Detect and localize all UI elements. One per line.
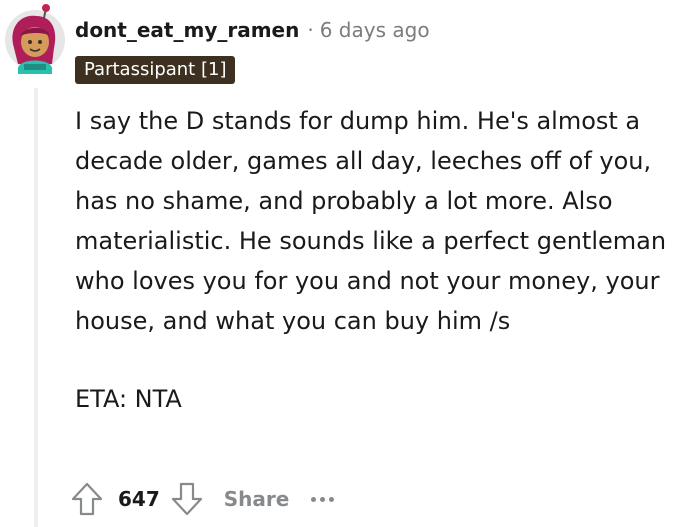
avatar-icon (5, 4, 65, 74)
more-options-icon (311, 496, 317, 502)
avatar[interactable] (4, 4, 68, 80)
user-flair-badge: Partassipant [1] (75, 56, 236, 84)
username-link[interactable]: dont_eat_my_ramen (75, 18, 299, 42)
timestamp-link[interactable]: 6 days ago (320, 18, 430, 42)
downvote-button[interactable] (170, 481, 204, 517)
upvote-button[interactable] (70, 481, 104, 517)
downvote-arrow-icon (171, 482, 202, 516)
more-options-button[interactable] (311, 489, 335, 509)
more-options-icon (329, 496, 335, 502)
thread-line[interactable] (34, 88, 38, 527)
upvote-arrow-icon (71, 482, 103, 516)
share-button[interactable]: Share (224, 487, 290, 511)
comment-actions: 647 Share (70, 478, 335, 520)
meta-separator: · (307, 18, 314, 42)
comment-paragraph: ETA: NTA (75, 385, 182, 413)
comment-body: I say the D stands for dump him. He's al… (75, 101, 685, 419)
comment-paragraph: I say the D stands for dump him. He's al… (75, 107, 667, 335)
comment-header: dont_eat_my_ramen · 6 days ago (75, 14, 430, 46)
vote-score: 647 (118, 487, 160, 511)
more-options-icon (320, 496, 326, 502)
